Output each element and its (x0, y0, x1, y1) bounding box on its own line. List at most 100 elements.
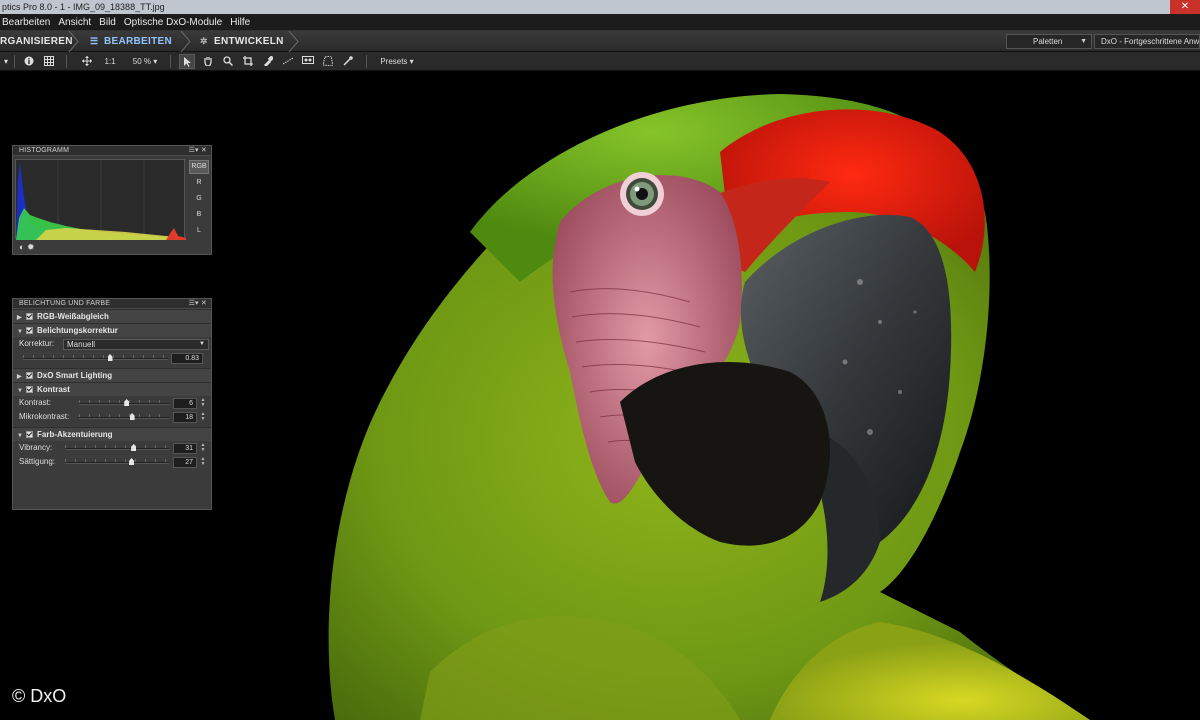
zoom-level-dropdown[interactable]: 50 % ▾ (128, 54, 162, 69)
section-smart-lighting[interactable]: ▶ DxO Smart Lighting (13, 368, 211, 382)
spinner-arrows-icon[interactable]: ▲ ▼ (200, 457, 206, 467)
repair-icon[interactable] (260, 54, 276, 69)
chevron-down-icon: ▼ (1080, 38, 1087, 45)
tab-bearbeiten[interactable]: ☰ BEARBEITEN (90, 31, 180, 52)
zoom-icon[interactable] (220, 54, 236, 69)
section-contrast[interactable]: ▼ Kontrast (13, 382, 211, 396)
contrast-row: Kontrast: 6 ▲ ▼ (13, 396, 211, 410)
menu-bar: Bearbeiten Ansicht Bild Optische DxO-Module… (0, 14, 1200, 31)
contrast-value-field[interactable]: 6 (173, 398, 197, 409)
spinner-arrows-icon[interactable]: ▲ ▼ (200, 443, 206, 453)
palette-menu-icon[interactable]: ☰▾ (189, 147, 199, 154)
channel-rgb-button[interactable]: RGB (189, 160, 209, 174)
close-window-button[interactable]: ✕ (1170, 0, 1200, 14)
tab-entwickeln[interactable]: ✲ ENTWICKELN (200, 31, 290, 52)
window-title: ptics Pro 8.0 - 1 - IMG_09_18388_TT.jpg (2, 2, 165, 12)
copyright-watermark: © DxO (12, 686, 67, 706)
exposure-slider-track[interactable] (23, 358, 168, 360)
saturation-label: Sättigung: (19, 457, 56, 466)
presets-dropdown[interactable]: Presets ▾ (374, 54, 420, 69)
channel-r-button[interactable]: R (189, 176, 209, 190)
saturation-value-field[interactable]: 27 (173, 457, 197, 468)
menu-bearbeiten[interactable]: Bearbeiten (0, 14, 56, 31)
toolbar-divider (14, 55, 15, 68)
eyedropper-icon[interactable] (340, 54, 356, 69)
chevron-down-icon: ▼ (199, 341, 205, 347)
chevron-down-icon: ▾ (153, 57, 158, 66)
moon-icon[interactable]: ◐ (19, 242, 24, 252)
microcontrast-row: Mikrokontrast: 18 ▲ ▼ (13, 410, 211, 424)
section-enable-checkbox[interactable] (26, 386, 33, 393)
exposure-value-field[interactable]: 0.83 (171, 353, 203, 364)
sun-icon[interactable]: ✹ (27, 242, 35, 252)
spinner-arrows-icon[interactable]: ▲ ▼ (200, 412, 206, 422)
chevron-down-icon: ▾ (409, 57, 414, 66)
menu-hilfe[interactable]: Hilfe (228, 14, 256, 31)
channel-g-button[interactable]: G (189, 192, 209, 206)
contrast-label: Kontrast: (19, 398, 52, 407)
exposure-color-palette: BELICHTUNG UND FARBE ☰▾ ✕ ▶ RGB-Weißabgle… (12, 298, 212, 510)
saturation-row: Sättigung: 27 ▲ ▼ (13, 455, 211, 469)
sliders-icon: ☰ (90, 36, 99, 46)
section-label: RGB-Weißabgleich (37, 312, 109, 321)
hand-icon[interactable] (200, 54, 216, 69)
chevron-down-icon[interactable]: ▾ (0, 54, 12, 69)
histogram-curve (16, 160, 186, 240)
menu-ansicht[interactable]: Ansicht (56, 14, 97, 31)
section-enable-checkbox[interactable] (26, 372, 33, 379)
correction-mode-select[interactable]: Manuell ▼ (63, 339, 209, 350)
histogram-channel-list: RGB R G B L (189, 160, 209, 240)
histogram-graph (15, 159, 186, 240)
toolbar-divider (66, 55, 67, 68)
spinner-arrows-icon[interactable]: ▲ ▼ (200, 398, 206, 408)
exposure-palette-header: BELICHTUNG UND FARBE ☰▾ ✕ (13, 299, 211, 309)
toolbar-divider (170, 55, 171, 68)
section-label: Farb-Akzentuierung (37, 430, 113, 439)
microcontrast-slider-track[interactable] (79, 417, 169, 419)
palette-dropdown[interactable]: Paletten ▼ (1006, 34, 1092, 49)
vibrancy-label: Vibrancy: (19, 443, 53, 452)
histogram-palette-header: HISTOGRAMM ☰▾ ✕ (13, 146, 211, 156)
section-enable-checkbox[interactable] (26, 431, 33, 438)
vibrancy-slider-track[interactable] (65, 448, 169, 450)
grid-icon[interactable] (42, 54, 56, 69)
crop-icon[interactable] (240, 54, 256, 69)
contrast-slider-track[interactable] (79, 403, 169, 405)
tab-bearbeiten-label: BEARBEITEN (104, 36, 173, 47)
section-color-accentuation[interactable]: ▼ Farb-Akzentuierung (13, 427, 211, 441)
histogram-title: HISTOGRAMM (19, 147, 70, 154)
vibrancy-value-field[interactable]: 31 (173, 443, 197, 454)
redeye-icon[interactable] (300, 54, 316, 69)
section-rgb-white-balance[interactable]: ▶ RGB-Weißabgleich (13, 309, 211, 323)
close-icon[interactable]: ✕ (201, 147, 207, 154)
info-icon[interactable] (22, 54, 36, 69)
pointer-icon[interactable] (179, 54, 195, 69)
clipping-toggles: ◐ ✹ (19, 242, 35, 253)
channel-l-button[interactable]: L (189, 224, 209, 238)
menu-bild[interactable]: Bild (97, 14, 122, 31)
exposure-slider-row: 0.83 (13, 351, 211, 365)
saturation-slider-track[interactable] (65, 462, 169, 464)
channel-b-button[interactable]: B (189, 208, 209, 222)
workspace-tab-bar: RGANISIEREN ☰ BEARBEITEN ✲ ENTWICKELN Pale… (0, 31, 1200, 52)
move-icon[interactable] (80, 54, 94, 69)
microcontrast-label: Mikrokontrast: (19, 412, 70, 421)
zoom-1to1-button[interactable]: 1:1 (102, 54, 118, 69)
horizon-icon[interactable] (280, 54, 296, 69)
section-exposure-correction[interactable]: ▼ Belichtungskorrektur (13, 323, 211, 337)
toolbar-divider (366, 55, 367, 68)
section-enable-checkbox[interactable] (26, 327, 33, 334)
correction-mode-value: Manuell (67, 340, 96, 349)
histogram-palette: HISTOGRAMM ☰▾ ✕ RGB R G B L ◐ ✹ (12, 145, 212, 255)
close-icon[interactable]: ✕ (201, 300, 207, 307)
tab-organisieren[interactable]: RGANISIEREN (0, 31, 73, 52)
palette-menu-icon[interactable]: ☰▾ (189, 300, 199, 307)
section-enable-checkbox[interactable] (26, 313, 33, 320)
tab-organisieren-label: RGANISIEREN (0, 36, 73, 47)
menu-optische-module[interactable]: Optische DxO-Module (122, 14, 228, 31)
microcontrast-value-field[interactable]: 18 (173, 412, 197, 423)
presets-label: Presets (380, 57, 408, 66)
workspace-dropdown[interactable]: DxO - Fortgeschrittene Anwen (1094, 34, 1200, 49)
perspective-icon[interactable] (320, 54, 336, 69)
toolbar: ▾ 1:1 50 % ▾ Presets ▾ (0, 52, 1200, 71)
